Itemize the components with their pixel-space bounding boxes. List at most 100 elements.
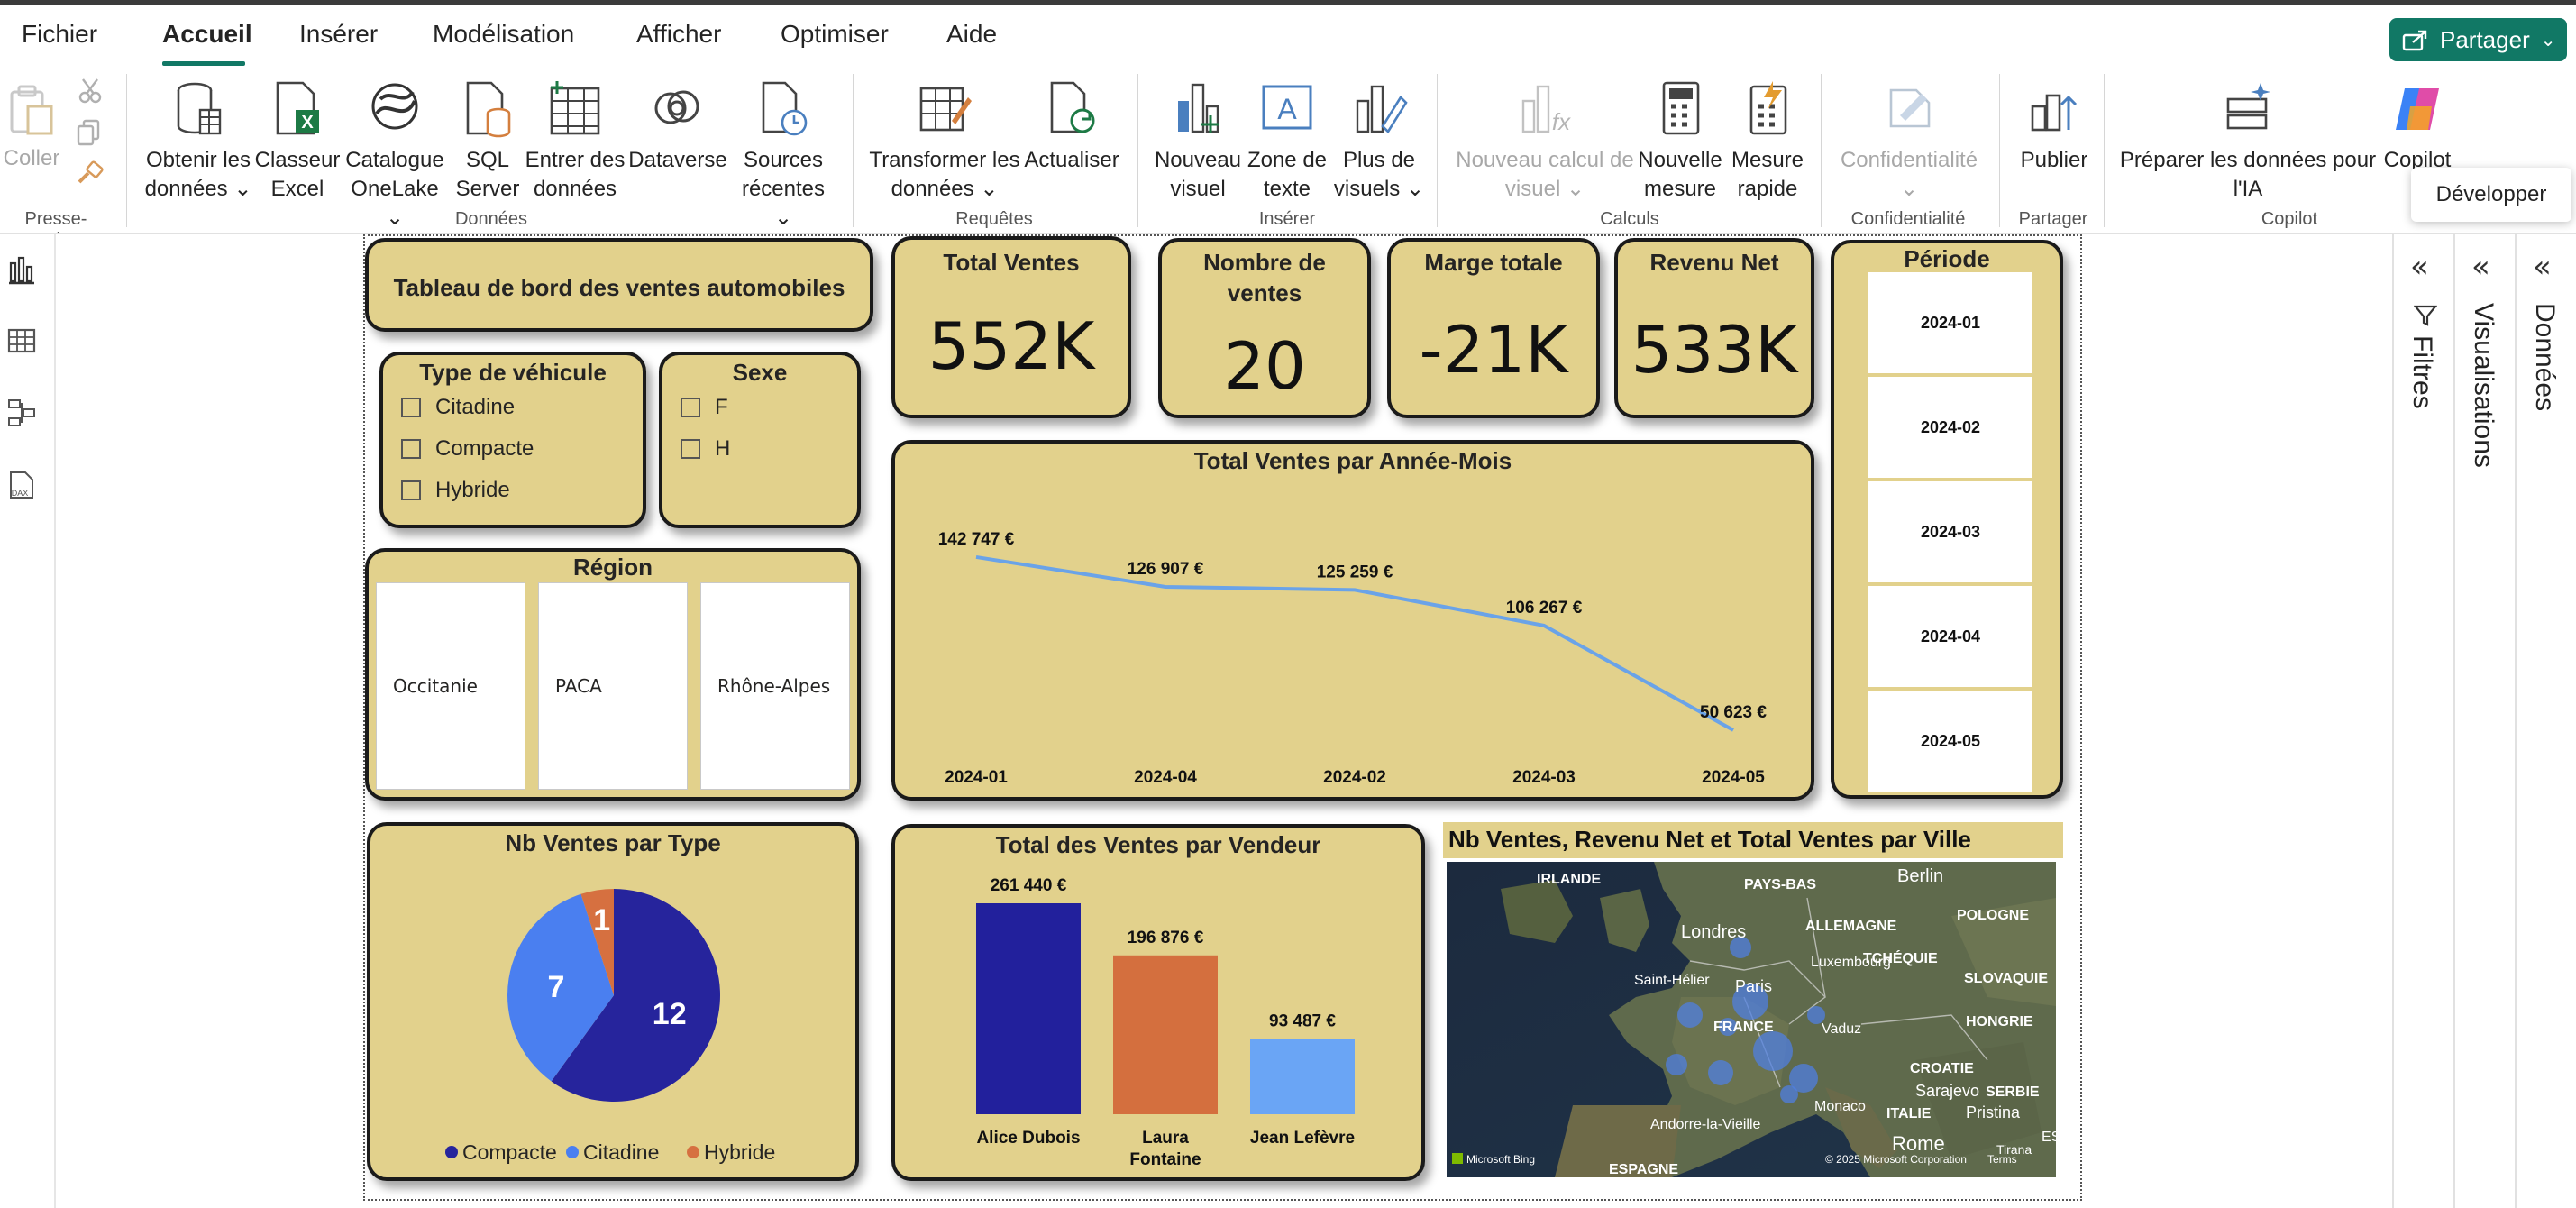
vehicle-option-compacte[interactable]: Compacte [401, 436, 534, 462]
sex-option-h[interactable]: H [681, 436, 730, 462]
new-visual-button[interactable]: Nouveau visuel [1152, 79, 1244, 204]
paste-button[interactable]: Coller [0, 83, 63, 173]
kpi-total-sales[interactable]: Total Ventes 552K [891, 236, 1131, 418]
kpi-margin[interactable]: Marge totale -21K [1387, 238, 1600, 418]
map-label: PAYS-BAS [1744, 877, 1816, 892]
publish-icon [2031, 94, 2078, 132]
period-option[interactable]: 2024-05 [1868, 691, 2032, 792]
sensitivity-icon [1889, 88, 1931, 128]
legend-label: Hybride [704, 1140, 775, 1164]
line-chart: 142 747 € 2024-01 126 907 € 2024-04 125 259 … [938, 530, 1768, 787]
option-label: Hybride [435, 478, 510, 502]
checkbox[interactable] [681, 398, 700, 417]
sql-label-2: Server [455, 177, 520, 201]
kpi-margin-value: -21K [1419, 312, 1568, 388]
excel-button[interactable]: X Classeur Excel [254, 79, 341, 204]
new-measure-label-1: Nouvelle [1638, 148, 1722, 172]
table-view-icon[interactable] [5, 325, 38, 357]
dax-query-view-icon[interactable]: DAX [5, 469, 38, 501]
checkbox[interactable] [401, 480, 421, 500]
checkbox[interactable] [401, 398, 421, 417]
prepare-ai-button[interactable]: Préparer les données pour l'IA [2113, 79, 2383, 204]
chevron-down-icon: ⌄ [1566, 177, 1585, 201]
refresh-button[interactable]: Actualiser [1022, 79, 1121, 175]
format-painter-icon[interactable] [76, 160, 105, 188]
bar-chart-card[interactable]: Total des Ventes par Vendeur 261 440 € Al… [891, 824, 1425, 1181]
data-label: 261 440 € [991, 876, 1067, 895]
sql-server-button[interactable]: SQL Server [447, 79, 528, 204]
dataverse-button[interactable]: Dataverse [626, 79, 730, 175]
group-separator [1999, 74, 2000, 227]
new-measure-label-2: mesure [1643, 177, 1717, 201]
period-option[interactable]: 2024-04 [1868, 586, 2032, 687]
period-option[interactable]: 2024-03 [1868, 481, 2032, 582]
region-option[interactable]: Occitanie [376, 582, 525, 790]
checkbox[interactable] [401, 439, 421, 459]
transform-data-button[interactable]: Transformer les données ⌄ [867, 79, 1022, 204]
sensitivity-button[interactable]: Confidentialité ⌄ [1833, 79, 1985, 204]
period-option[interactable]: 2024-02 [1868, 377, 2032, 478]
data-label: 196 876 € [1128, 929, 1204, 947]
report-title: Tableau de bord des ventes automobiles [393, 274, 845, 301]
expand-chevron-icon[interactable]: « [2533, 249, 2552, 285]
copy-icon[interactable] [76, 119, 103, 146]
map-label: Monaco [1814, 1099, 1866, 1114]
kpi-margin-label: Marge totale [1424, 249, 1563, 276]
textbox-button[interactable]: A Zone de texte [1244, 79, 1330, 204]
new-measure-button[interactable]: Nouvelle mesure [1635, 79, 1725, 204]
cut-icon[interactable] [78, 78, 103, 105]
line-series [975, 554, 1734, 732]
kpi-nb-sales[interactable]: Nombre de ventes 20 [1158, 238, 1371, 418]
copilot-button[interactable]: Copilot [2374, 79, 2461, 175]
map-label: TCHÉQUIE [1863, 949, 1938, 966]
quick-measure-label-1: Mesure [1731, 148, 1804, 172]
publish-label: Publier [2020, 148, 2088, 172]
menu-optimiser[interactable]: Optimiser [781, 20, 889, 49]
report-view-icon[interactable] [5, 254, 38, 287]
menu-inserer[interactable]: Insérer [299, 20, 378, 49]
line-chart-card[interactable]: Total Ventes par Année-Mois 142 747 €202… [891, 440, 1814, 801]
kpi-net-revenue[interactable]: Revenu Net 533K [1614, 238, 1814, 418]
data-pane[interactable]: « Données [2515, 234, 2576, 1208]
publish-button[interactable]: Publier [2006, 79, 2102, 175]
new-visual-calc-button[interactable]: fx Nouveau calcul de visuel ⌄ [1449, 79, 1640, 204]
bar [1250, 1039, 1355, 1114]
map-terms-link[interactable]: Terms [1987, 1153, 2017, 1166]
data-group-label: Données [454, 209, 528, 229]
checkbox[interactable] [681, 439, 700, 459]
period-option[interactable]: 2024-01 [1868, 272, 2032, 373]
textbox-icon: A [1262, 85, 1312, 130]
data-label: 106 267 € [1506, 599, 1583, 618]
map-visual[interactable]: Nb Ventes, Revenu Net et Total Ventes pa… [1443, 822, 2063, 1181]
get-data-label-1: Obtenir les [145, 148, 251, 172]
sex-option-f[interactable]: F [681, 395, 728, 420]
svg-text:DAX: DAX [12, 489, 29, 498]
pie-chart-card[interactable]: Nb Ventes par Type 12 7 1 Compacte Citadine H… [367, 822, 859, 1181]
vehicle-option-hybride[interactable]: Hybride [401, 478, 510, 503]
menu-aide[interactable]: Aide [946, 20, 997, 49]
map-label: ALLEMAGNE [1805, 919, 1897, 934]
expand-chevron-icon[interactable]: « [2410, 249, 2429, 285]
expand-chevron-icon[interactable]: « [2471, 249, 2490, 285]
menu-modelisation[interactable]: Modélisation [433, 20, 574, 49]
active-tab-indicator [162, 61, 245, 66]
vehicle-option-citadine[interactable]: Citadine [401, 395, 515, 420]
refresh-icon [1050, 81, 1095, 133]
more-visuals-button[interactable]: Plus de visuels ⌄ [1330, 79, 1428, 204]
enter-data-button[interactable]: Entrer des données [523, 79, 627, 204]
menu-afficher[interactable]: Afficher [636, 20, 721, 49]
region-option[interactable]: Rhône-Alpes [700, 582, 850, 790]
menu-fichier[interactable]: Fichier [22, 20, 97, 49]
model-view-icon[interactable] [5, 397, 38, 429]
title-card[interactable]: Tableau de bord des ventes automobiles [365, 238, 873, 332]
new-visual-label-2: visuel [1170, 177, 1226, 201]
quick-measure-button[interactable]: Mesure rapide [1725, 79, 1810, 204]
kpi-net-revenue-value: 533K [1631, 312, 1798, 388]
menu-accueil[interactable]: Accueil [162, 20, 252, 49]
share-button[interactable]: Partager ⌄ [2389, 18, 2567, 61]
group-separator [2104, 74, 2105, 227]
visualizations-pane[interactable]: « Visualisations [2453, 234, 2515, 1208]
region-option[interactable]: PACA [538, 582, 688, 790]
get-data-button[interactable]: Obtenir les données ⌄ [142, 79, 254, 204]
filters-pane[interactable]: « Filtres [2392, 234, 2453, 1208]
